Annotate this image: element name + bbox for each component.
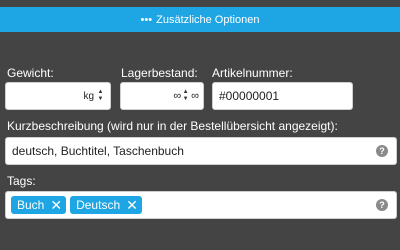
stock-unit: ∞ <box>191 90 199 102</box>
more-dots-icon: ••• <box>140 13 153 26</box>
article-number-value: #00000001 <box>219 89 280 103</box>
remove-tag-icon[interactable]: ✕ <box>126 198 138 212</box>
short-description-label: Kurzbeschreibung (wird nur in der Bestel… <box>7 119 338 133</box>
remove-tag-icon[interactable]: ✕ <box>50 198 62 212</box>
tag-chip: Buch ✕ <box>11 196 67 214</box>
tags-label: Tags: <box>7 174 36 188</box>
additional-options-label: Zusätzliche Optionen <box>156 13 260 26</box>
article-number-label: Artikelnummer: <box>212 66 293 80</box>
tag-label: Buch <box>17 198 45 212</box>
spinner-down-icon[interactable]: ▼ <box>98 96 104 103</box>
help-icon[interactable]: ? <box>376 145 388 157</box>
weight-unit: kg <box>83 90 94 102</box>
stock-label: Lagerbestand: <box>121 66 198 80</box>
tag-chip: Deutsch ✕ <box>70 196 142 214</box>
spinner-up-icon[interactable]: ▲ <box>183 89 189 96</box>
spinner-up-icon[interactable]: ▲ <box>98 89 104 96</box>
weight-spinner[interactable]: ▲ ▼ <box>97 89 104 103</box>
stock-input[interactable]: ∞ ▲ ▼ ∞ <box>120 82 204 110</box>
tags-input[interactable]: Buch ✕ Deutsch ✕ ? <box>5 191 397 219</box>
tag-label: Deutsch <box>76 198 121 212</box>
short-description-value: deutsch, Buchtitel, Taschenbuch <box>12 144 184 158</box>
stock-value: ∞ <box>173 90 182 102</box>
help-icon[interactable]: ? <box>376 199 388 211</box>
short-description-input[interactable]: deutsch, Buchtitel, Taschenbuch ? <box>5 137 397 165</box>
stock-spinner[interactable]: ▲ ▼ <box>182 89 189 103</box>
article-number-input[interactable]: #00000001 <box>212 82 353 110</box>
product-options-panel: ••• Zusätzliche Optionen Gewicht: Lagerb… <box>0 0 400 250</box>
spinner-down-icon[interactable]: ▼ <box>183 96 189 103</box>
additional-options-toggle[interactable]: ••• Zusätzliche Optionen <box>0 7 400 32</box>
weight-label: Gewicht: <box>7 66 54 80</box>
weight-input[interactable]: kg ▲ ▼ <box>5 82 111 110</box>
